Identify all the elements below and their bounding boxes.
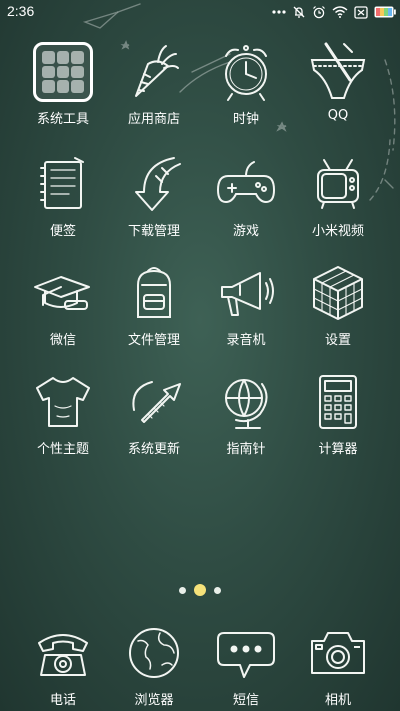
app-system-update[interactable]: 系统更新 xyxy=(108,366,200,470)
download-arrow-icon xyxy=(135,157,181,211)
dock-label: 短信 xyxy=(232,693,259,708)
qq-briefs-icon xyxy=(310,42,366,99)
app-downloads[interactable]: 下载管理 xyxy=(108,148,200,252)
tshirt-icon xyxy=(36,377,90,427)
app-system-tools[interactable]: 系统工具 xyxy=(17,36,109,140)
dock-label: 相机 xyxy=(324,693,351,708)
app-label: 个性主题 xyxy=(36,442,89,457)
page-dot[interactable] xyxy=(179,586,186,594)
dock-phone[interactable]: 电话 xyxy=(17,617,109,711)
tools-folder-icon xyxy=(33,42,93,102)
app-label: 系统工具 xyxy=(36,112,89,127)
app-store[interactable]: 应用商店 xyxy=(108,36,200,140)
camera-icon xyxy=(311,632,365,674)
app-mi-video[interactable]: 小米视频 xyxy=(292,148,384,252)
alarm-icon xyxy=(313,6,325,19)
dock-camera[interactable]: 相机 xyxy=(292,617,384,711)
megaphone-icon xyxy=(221,272,274,316)
dock: 电话 浏览器 短信 相机 xyxy=(0,617,400,711)
wifi-icon xyxy=(332,6,348,18)
app-wechat[interactable]: 微信 xyxy=(17,257,109,361)
app-notes[interactable]: 便签 xyxy=(17,148,109,252)
app-themes[interactable]: 个性主题 xyxy=(17,366,109,470)
rotary-phone-icon xyxy=(38,634,88,676)
tv-icon xyxy=(317,159,359,209)
more-dots-icon xyxy=(272,10,286,14)
carrot-store-icon xyxy=(135,45,179,97)
app-label: 下载管理 xyxy=(127,224,180,239)
rubiks-cube-icon xyxy=(313,266,363,320)
app-qq[interactable]: QQ xyxy=(292,36,384,140)
app-label: 文件管理 xyxy=(127,333,180,348)
status-clock: 2:36 xyxy=(7,3,35,19)
app-label: 应用商店 xyxy=(127,112,180,127)
sim-icon xyxy=(354,5,368,19)
app-label: 录音机 xyxy=(226,333,266,348)
dock-messages[interactable]: 短信 xyxy=(200,617,292,711)
dock-label: 电话 xyxy=(49,693,76,708)
app-label: 设置 xyxy=(324,333,351,348)
app-clock[interactable]: 时钟 xyxy=(200,36,292,140)
app-label: 计算器 xyxy=(318,442,358,457)
chat-bubble-icon xyxy=(217,632,275,678)
dock-label: 浏览器 xyxy=(134,693,174,708)
app-label: 系统更新 xyxy=(127,442,180,457)
app-games[interactable]: 游戏 xyxy=(200,148,292,252)
dock-browser[interactable]: 浏览器 xyxy=(108,617,200,711)
globe-compass-icon xyxy=(225,379,268,429)
app-label: 小米视频 xyxy=(311,224,364,239)
alarm-clock-icon xyxy=(225,45,267,101)
app-label: 时钟 xyxy=(232,112,259,127)
app-file-manager[interactable]: 文件管理 xyxy=(108,257,200,361)
page-dot-active[interactable] xyxy=(194,584,206,596)
gamepad-icon xyxy=(216,161,276,204)
notepad-icon xyxy=(40,157,84,209)
backpack-icon xyxy=(137,267,171,318)
graduation-cap-icon xyxy=(34,276,90,310)
app-label: 游戏 xyxy=(232,224,259,239)
app-label: QQ xyxy=(327,108,349,123)
app-compass[interactable]: 指南针 xyxy=(200,366,292,470)
page-dot[interactable] xyxy=(214,586,221,594)
notifications-muted-icon xyxy=(293,6,305,18)
page-indicator[interactable] xyxy=(0,584,400,596)
battery-icon xyxy=(374,6,396,18)
globe-browser-icon xyxy=(129,628,179,678)
update-arrow-icon xyxy=(132,381,181,423)
app-recorder[interactable]: 录音机 xyxy=(200,257,292,361)
calculator-icon xyxy=(319,375,357,429)
app-label: 便签 xyxy=(49,224,76,239)
status-bar: 2:36 xyxy=(0,0,400,24)
app-calculator[interactable]: 计算器 xyxy=(292,366,384,470)
app-label: 微信 xyxy=(49,333,76,348)
app-label: 指南针 xyxy=(226,442,266,457)
app-settings[interactable]: 设置 xyxy=(292,257,384,361)
